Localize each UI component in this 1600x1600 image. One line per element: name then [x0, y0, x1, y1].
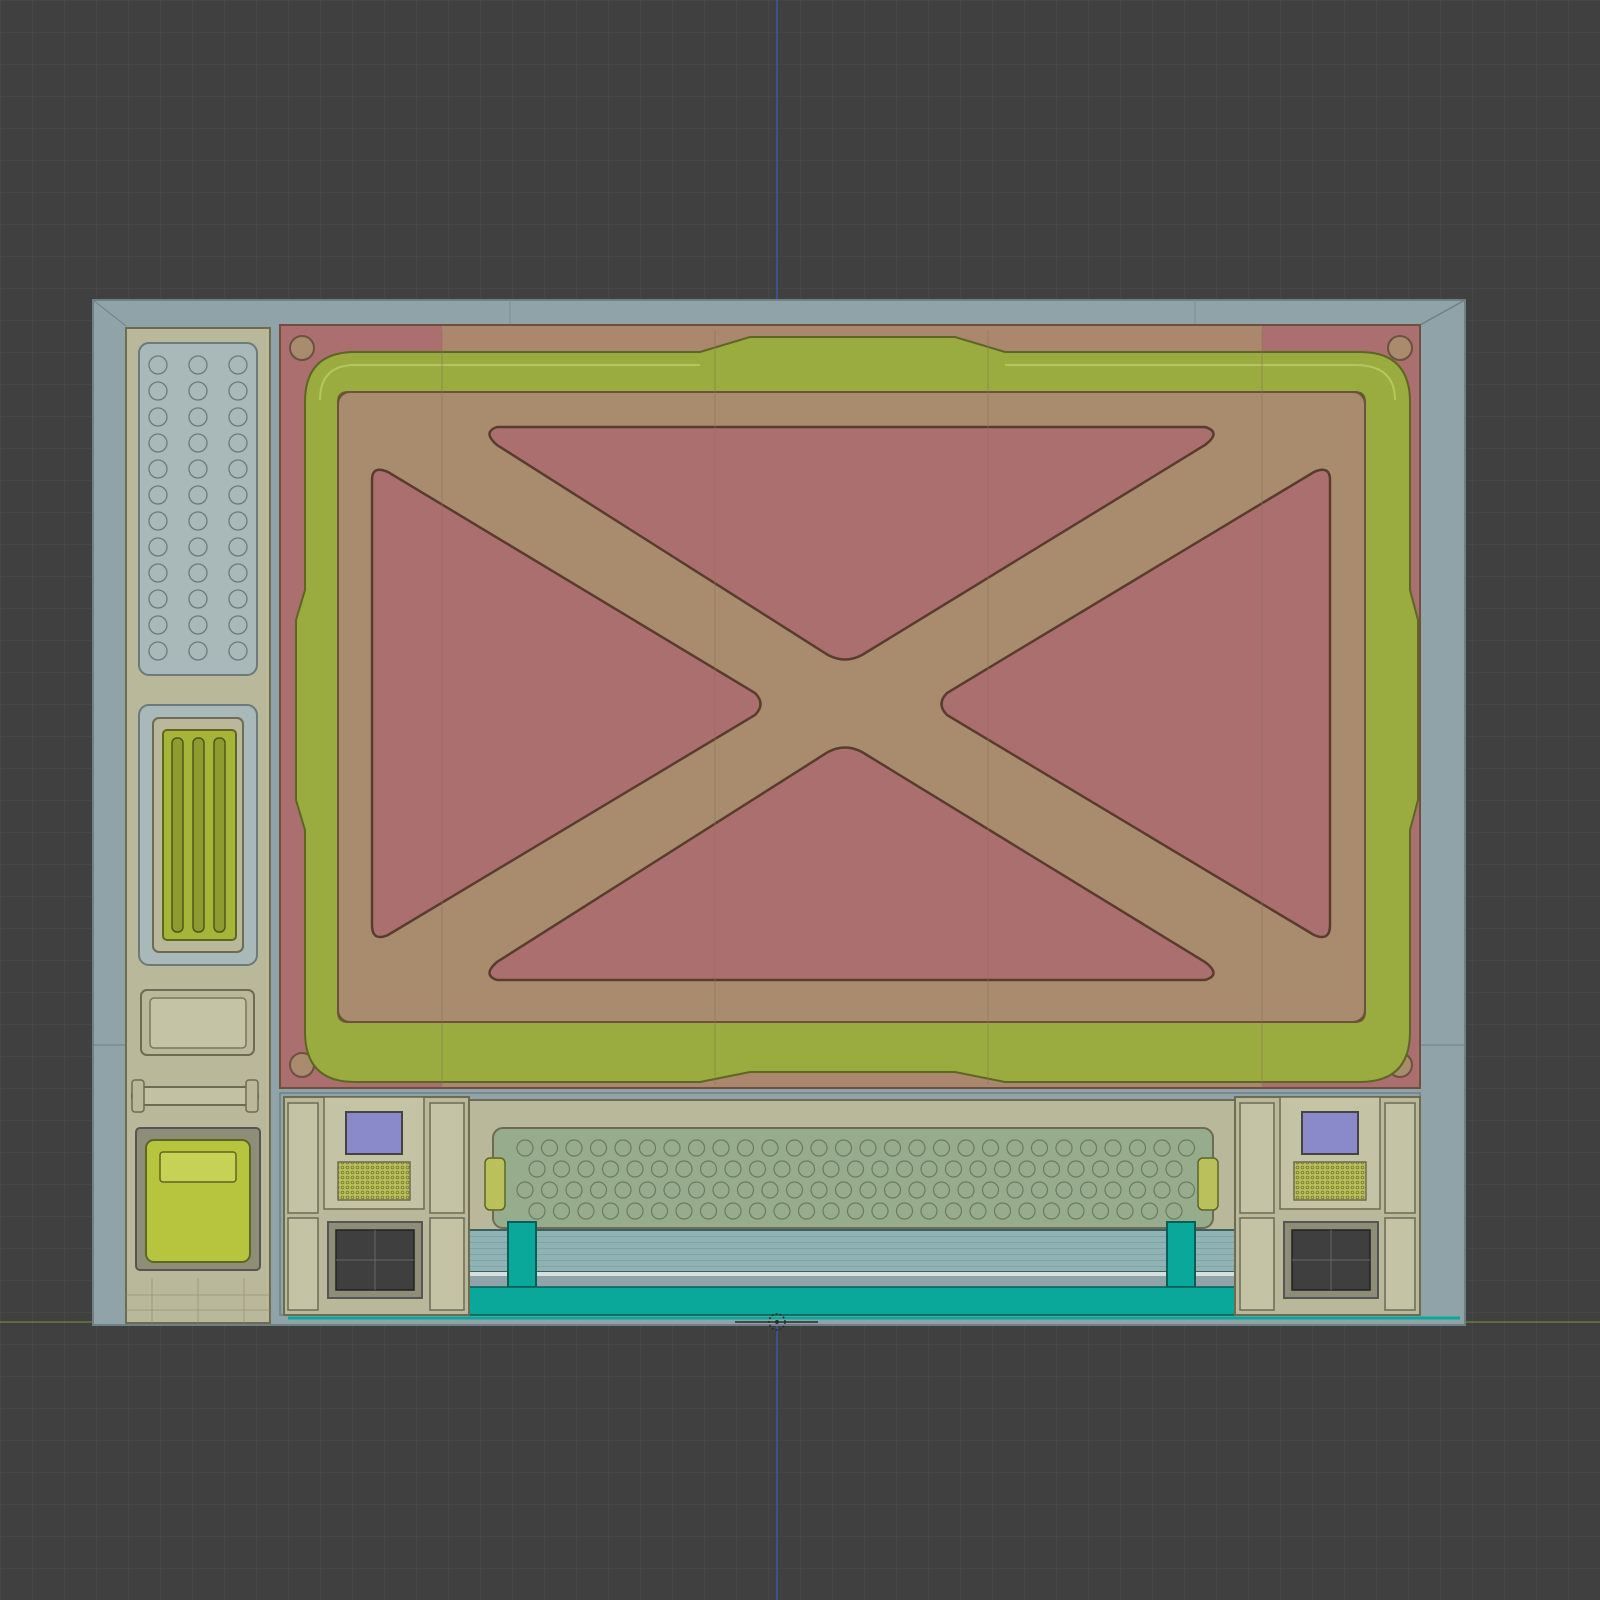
speaker-grille — [492, 1127, 1214, 1229]
keypad-right[interactable] — [1293, 1161, 1367, 1201]
corner-bolt-icon — [289, 335, 315, 361]
cylinder-clamp-right — [1166, 1221, 1196, 1288]
cyan-rail — [461, 1286, 1241, 1316]
3d-viewport[interactable] — [0, 0, 1600, 1600]
bottom-section[interactable] — [279, 1092, 1460, 1320]
corner-bolt-icon — [1387, 335, 1413, 361]
main-panel[interactable] — [279, 324, 1421, 1089]
screen-right — [1301, 1111, 1359, 1155]
screen-left — [345, 1111, 403, 1155]
module-right[interactable] — [1234, 1096, 1421, 1316]
left-column[interactable] — [125, 327, 271, 1324]
module-left[interactable] — [283, 1096, 470, 1316]
viewport-canvas[interactable] — [0, 0, 1600, 1600]
keypad-left[interactable] — [337, 1161, 411, 1201]
roller-cylinder[interactable] — [461, 1229, 1241, 1273]
dot-panel — [138, 342, 258, 676]
cylinder-clamp-left — [507, 1221, 537, 1288]
hinge-bar[interactable] — [131, 1086, 259, 1106]
